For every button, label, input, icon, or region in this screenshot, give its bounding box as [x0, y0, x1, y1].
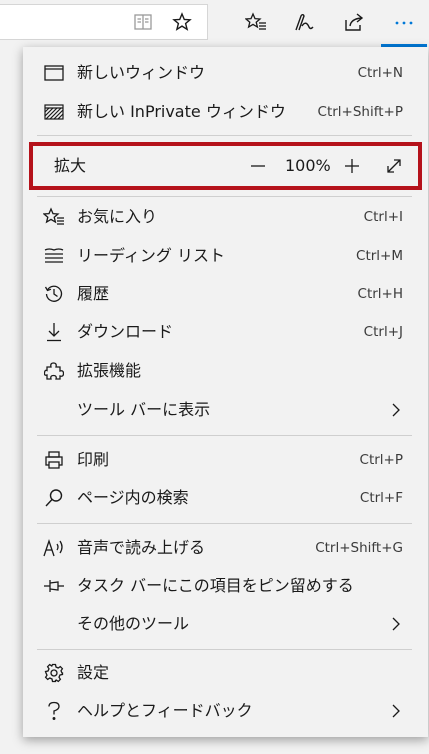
menu-item-label: 履歴: [77, 284, 110, 303]
more-icon[interactable]: [392, 10, 416, 34]
favorite-star-icon[interactable]: [170, 10, 194, 34]
menu-item-history[interactable]: 履歴 Ctrl+H: [23, 275, 428, 313]
menu-item-new-window[interactable]: 新しいウィンドウ Ctrl+N: [23, 54, 428, 92]
history-icon: [43, 283, 65, 305]
chevron-right-icon: [392, 704, 400, 718]
menu-item-shortcut: Ctrl+Shift+P: [317, 104, 403, 120]
reading-list-icon: [43, 245, 65, 267]
menu-separator: [37, 523, 412, 524]
menu-separator: [37, 196, 412, 197]
zoom-label: 拡大: [54, 156, 87, 175]
menu-separator: [37, 649, 412, 650]
browser-window: 新しいウィンドウ Ctrl+N 新しい InPrivate ウィンドウ Ctrl…: [0, 0, 429, 754]
pen-icon[interactable]: [292, 10, 316, 34]
menu-item-shortcut: Ctrl+M: [356, 248, 403, 264]
inprivate-window-icon: [43, 101, 65, 123]
menu-item-show-in-toolbar[interactable]: ツール バーに表示: [23, 391, 428, 429]
menu-item-label: 拡張機能: [77, 361, 142, 380]
menu-item-label: ツール バーに表示: [77, 400, 211, 419]
menu-item-shortcut: Ctrl+I: [363, 209, 403, 225]
reading-view-icon[interactable]: [131, 10, 155, 34]
menu-item-pin-taskbar[interactable]: タスク バーにこの項目をピン留めする: [23, 567, 428, 605]
menu-item-help[interactable]: ヘルプとフィードバック: [23, 692, 428, 730]
menu-separator: [37, 435, 412, 436]
question-mark-icon: [43, 700, 65, 722]
toolbar: [0, 0, 429, 48]
menu-item-favorites[interactable]: お気に入り Ctrl+I: [23, 198, 428, 236]
menu-item-label: 設定: [77, 663, 110, 682]
menu-item-downloads[interactable]: ダウンロード Ctrl+J: [23, 313, 428, 351]
menu-item-shortcut: Ctrl+H: [357, 286, 403, 302]
menu-item-more-tools[interactable]: その他のツール: [23, 605, 428, 643]
menu-item-settings[interactable]: 設定: [23, 654, 428, 692]
share-icon[interactable]: [342, 10, 366, 34]
menu-item-print[interactable]: 印刷 Ctrl+P: [23, 441, 428, 479]
menu-item-label: 新しいウィンドウ: [77, 63, 206, 82]
menu-item-shortcut: Ctrl+J: [363, 324, 403, 340]
zoom-out-button[interactable]: [247, 155, 269, 177]
menu-item-find-on-page[interactable]: ページ内の検索 Ctrl+F: [23, 479, 428, 517]
download-icon: [43, 321, 65, 343]
pin-icon: [43, 575, 65, 597]
menu-item-label: ページ内の検索: [77, 488, 189, 507]
menu-item-label: リーディング リスト: [77, 246, 225, 265]
chevron-right-icon: [392, 403, 400, 417]
menu-item-label: ヘルプとフィードバック: [77, 701, 253, 720]
menu-item-read-aloud[interactable]: 音声で読み上げる Ctrl+Shift+G: [23, 529, 428, 567]
favorites-hub-icon[interactable]: [244, 10, 268, 34]
menu-item-reading-list[interactable]: リーディング リスト Ctrl+M: [23, 237, 428, 275]
zoom-in-button[interactable]: [341, 155, 363, 177]
menu-item-label: その他のツール: [77, 614, 190, 633]
settings-menu: 新しいウィンドウ Ctrl+N 新しい InPrivate ウィンドウ Ctrl…: [23, 47, 428, 737]
menu-item-shortcut: Ctrl+N: [357, 65, 403, 81]
menu-item-shortcut: Ctrl+P: [359, 452, 403, 468]
window-icon: [43, 62, 65, 84]
gear-icon: [43, 662, 65, 684]
zoom-value: 100%: [285, 156, 331, 175]
menu-item-shortcut: Ctrl+Shift+G: [315, 540, 403, 556]
read-aloud-icon: [43, 537, 65, 559]
menu-item-shortcut: Ctrl+F: [359, 490, 403, 506]
menu-item-label: お気に入り: [77, 207, 158, 226]
zoom-row: 拡大 100%: [29, 142, 422, 190]
menu-item-label: 新しい InPrivate ウィンドウ: [77, 102, 286, 121]
search-icon: [43, 487, 65, 509]
menu-item-label: 音声で読み上げる: [77, 538, 206, 557]
menu-item-extensions[interactable]: 拡張機能: [23, 352, 428, 390]
menu-item-label: タスク バーにこの項目をピン留めする: [77, 576, 354, 595]
menu-separator: [37, 135, 412, 136]
menu-item-new-inprivate[interactable]: 新しい InPrivate ウィンドウ Ctrl+Shift+P: [23, 93, 428, 131]
puzzle-icon: [43, 360, 65, 382]
menu-item-label: ダウンロード: [77, 322, 174, 341]
printer-icon: [43, 449, 65, 471]
menu-item-label: 印刷: [77, 450, 110, 469]
favorites-icon: [43, 206, 65, 228]
chevron-right-icon: [392, 617, 400, 631]
fullscreen-button[interactable]: [383, 155, 405, 177]
